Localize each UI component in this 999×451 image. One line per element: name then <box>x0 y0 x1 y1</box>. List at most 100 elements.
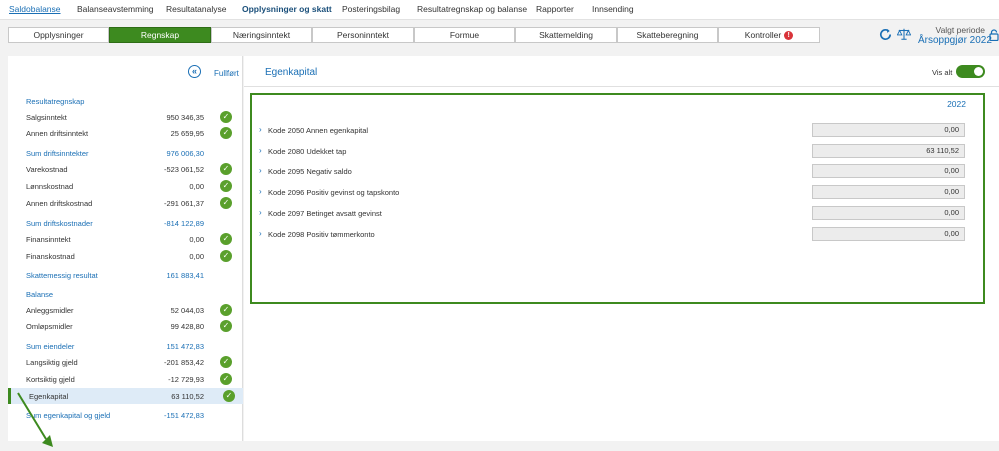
code-row[interactable]: › Kode 2095 Negativ saldo 0,00 <box>252 164 983 180</box>
collapse-left-icon[interactable]: « <box>188 65 201 78</box>
summary-row[interactable]: Varekostnad -523 061,52 ✓ <box>8 161 243 177</box>
row-label: Varekostnad <box>26 165 68 174</box>
code-row[interactable]: › Kode 2050 Annen egenkapital 0,00 <box>252 123 983 139</box>
row-label: Kortsiktig gjeld <box>26 375 75 384</box>
sum-row[interactable]: Sum driftskostnader -814 122,89 <box>8 215 243 231</box>
code-value-field[interactable]: 0,00 <box>812 123 965 137</box>
code-value-field[interactable]: 0,00 <box>812 226 965 241</box>
tab-label: Kontroller <box>744 30 782 40</box>
year-header: 2022 <box>947 99 966 109</box>
summary-row[interactable]: Annen driftskostnad -291 061,37 ✓ <box>8 195 243 211</box>
lock-icon[interactable] <box>989 29 999 41</box>
check-icon: ✓ <box>220 373 232 385</box>
sum-row[interactable]: Skattemessig resultat 161 883,41 <box>8 267 243 283</box>
scale-icon[interactable] <box>897 27 911 41</box>
summary-row[interactable]: Egenkapital 63 110,52 ✓ <box>8 388 243 404</box>
summary-row[interactable]: Salgsinntekt 950 346,35 ✓ <box>8 109 243 125</box>
tab-kontroller[interactable]: Kontroller! <box>718 27 820 43</box>
code-row[interactable]: › Kode 2098 Positiv tømmerkonto 0,00 <box>252 226 983 243</box>
code-row[interactable]: › Kode 2097 Betinget avsatt gevinst 0,00 <box>252 205 983 222</box>
row-label: Sum egenkapital og gjeld <box>26 411 111 420</box>
code-value-field[interactable]: 0,00 <box>812 205 965 220</box>
period-header: Valgt periode Årsoppgjør 2022 <box>878 23 999 51</box>
chevron-right-icon[interactable]: › <box>259 166 262 175</box>
nav-balanseavstemming[interactable]: Balanseavstemming <box>77 4 154 14</box>
top-navigation: Saldobalanse Balanseavstemming Resultata… <box>0 0 999 20</box>
code-label: Kode 2097 Betinget avsatt gevinst <box>268 208 382 218</box>
tab-label: Skatteberegning <box>636 30 699 40</box>
row-label: Balanse <box>26 290 54 299</box>
chevron-right-icon[interactable]: › <box>259 125 262 134</box>
row-label: Skattemessig resultat <box>26 271 98 280</box>
code-label: Kode 2098 Positiv tømmerkonto <box>268 229 375 239</box>
period-value[interactable]: Årsoppgjør 2022 <box>918 35 992 46</box>
chevron-right-icon[interactable]: › <box>259 187 262 196</box>
summary-row[interactable]: Lønnskostnad 0,00 ✓ <box>8 178 243 194</box>
vis-alt-toggle[interactable] <box>956 65 985 78</box>
refresh-icon[interactable] <box>878 27 893 42</box>
tab-regnskap[interactable]: Regnskap <box>109 27 211 43</box>
detail-panel: Egenkapital Vis alt 2022 › Kode 2050 Anne… <box>244 56 999 441</box>
code-value-field[interactable]: 63 110,52 <box>812 143 965 158</box>
chevron-right-icon[interactable]: › <box>259 229 262 238</box>
code-row[interactable]: › Kode 2080 Udekket tap 63 110,52 <box>252 143 983 160</box>
nav-posteringsbilag[interactable]: Posteringsbilag <box>342 4 400 14</box>
tab-opplysninger[interactable]: Opplysninger <box>8 27 109 43</box>
row-value: -201 853,42 <box>163 358 204 367</box>
row-value: -814 122,89 <box>163 219 204 228</box>
check-icon: ✓ <box>220 197 232 209</box>
row-value: 63 110,52 <box>171 392 204 401</box>
summary-row[interactable]: Finansinntekt 0,00 ✓ <box>8 231 243 247</box>
sum-row[interactable]: Sum egenkapital og gjeld -151 472,83 <box>8 407 243 423</box>
sum-row[interactable]: Sum driftsinntekter 976 006,30 <box>8 145 243 161</box>
summary-row[interactable]: Omløpsmidler 99 428,80 ✓ <box>8 318 243 334</box>
nav-opplysninger-og-skatt[interactable]: Opplysninger og skatt <box>242 4 332 14</box>
check-icon: ✓ <box>220 233 232 245</box>
row-label: Langsiktig gjeld <box>26 358 78 367</box>
tab-formue[interactable]: Formue <box>414 27 515 43</box>
code-row[interactable]: › Kode 2096 Positiv gevinst og tapskonto 0… <box>252 185 983 201</box>
row-label: Lønnskostnad <box>26 182 74 191</box>
row-value: -12 729,93 <box>168 375 204 384</box>
check-icon: ✓ <box>220 250 232 262</box>
check-icon: ✓ <box>220 127 232 139</box>
row-label: Sum driftsinntekter <box>26 149 89 158</box>
chevron-right-icon[interactable]: › <box>259 208 262 217</box>
code-label: Kode 2050 Annen egenkapital <box>268 126 369 135</box>
tab-skattemelding[interactable]: Skattemelding <box>515 27 617 43</box>
row-value: 151 472,83 <box>166 342 204 351</box>
nav-innsending[interactable]: Innsending <box>592 4 634 14</box>
fullfort-header: Fullført <box>214 69 239 78</box>
code-label: Kode 2080 Udekket tap <box>268 146 347 156</box>
row-value: 161 883,41 <box>166 271 204 280</box>
check-icon: ✓ <box>220 320 232 332</box>
code-value-field[interactable]: 0,00 <box>812 164 965 179</box>
tab-label: Formue <box>449 30 480 40</box>
row-label: Salgsinntekt <box>26 113 67 122</box>
summary-row[interactable]: Annen driftsinntekt 25 659,95 ✓ <box>8 125 243 141</box>
nav-saldobalanse[interactable]: Saldobalanse <box>9 4 61 14</box>
summary-row[interactable]: Kortsiktig gjeld -12 729,93 ✓ <box>8 371 243 387</box>
chevron-right-icon[interactable]: › <box>259 146 262 155</box>
tab-personinntekt[interactable]: Personinntekt <box>312 27 414 43</box>
summary-row[interactable]: Anleggsmidler 52 044,03 ✓ <box>8 302 243 318</box>
summary-row[interactable]: Langsiktig gjeld -201 853,42 ✓ <box>8 354 243 370</box>
tab-skatteberegning[interactable]: Skatteberegning <box>617 27 718 43</box>
nav-resultatregnskap-og-balanse[interactable]: Resultatregnskap og balanse <box>417 4 527 14</box>
row-value: -523 061,52 <box>163 165 204 174</box>
code-value-field[interactable]: 0,00 <box>812 185 965 200</box>
row-value: 0,00 <box>189 235 204 244</box>
row-label: Finanskostnad <box>26 252 75 261</box>
row-value: 25 659,95 <box>170 129 204 138</box>
sum-row[interactable]: Sum eiendeler 151 472,83 <box>8 338 243 354</box>
check-icon: ✓ <box>223 390 235 402</box>
tab-naeringsinntekt[interactable]: Næringsinntekt <box>211 27 312 43</box>
row-value: -151 472,83 <box>163 411 204 420</box>
row-label: Sum driftskostnader <box>26 219 93 228</box>
nav-rapporter[interactable]: Rapporter <box>536 4 574 14</box>
row-label: Annen driftskostnad <box>26 199 93 208</box>
summary-row[interactable]: Finanskostnad 0,00 ✓ <box>8 248 243 264</box>
toggle-knob <box>974 67 983 76</box>
row-label: Omløpsmidler <box>26 322 73 331</box>
nav-resultatanalyse[interactable]: Resultatanalyse <box>166 4 226 14</box>
